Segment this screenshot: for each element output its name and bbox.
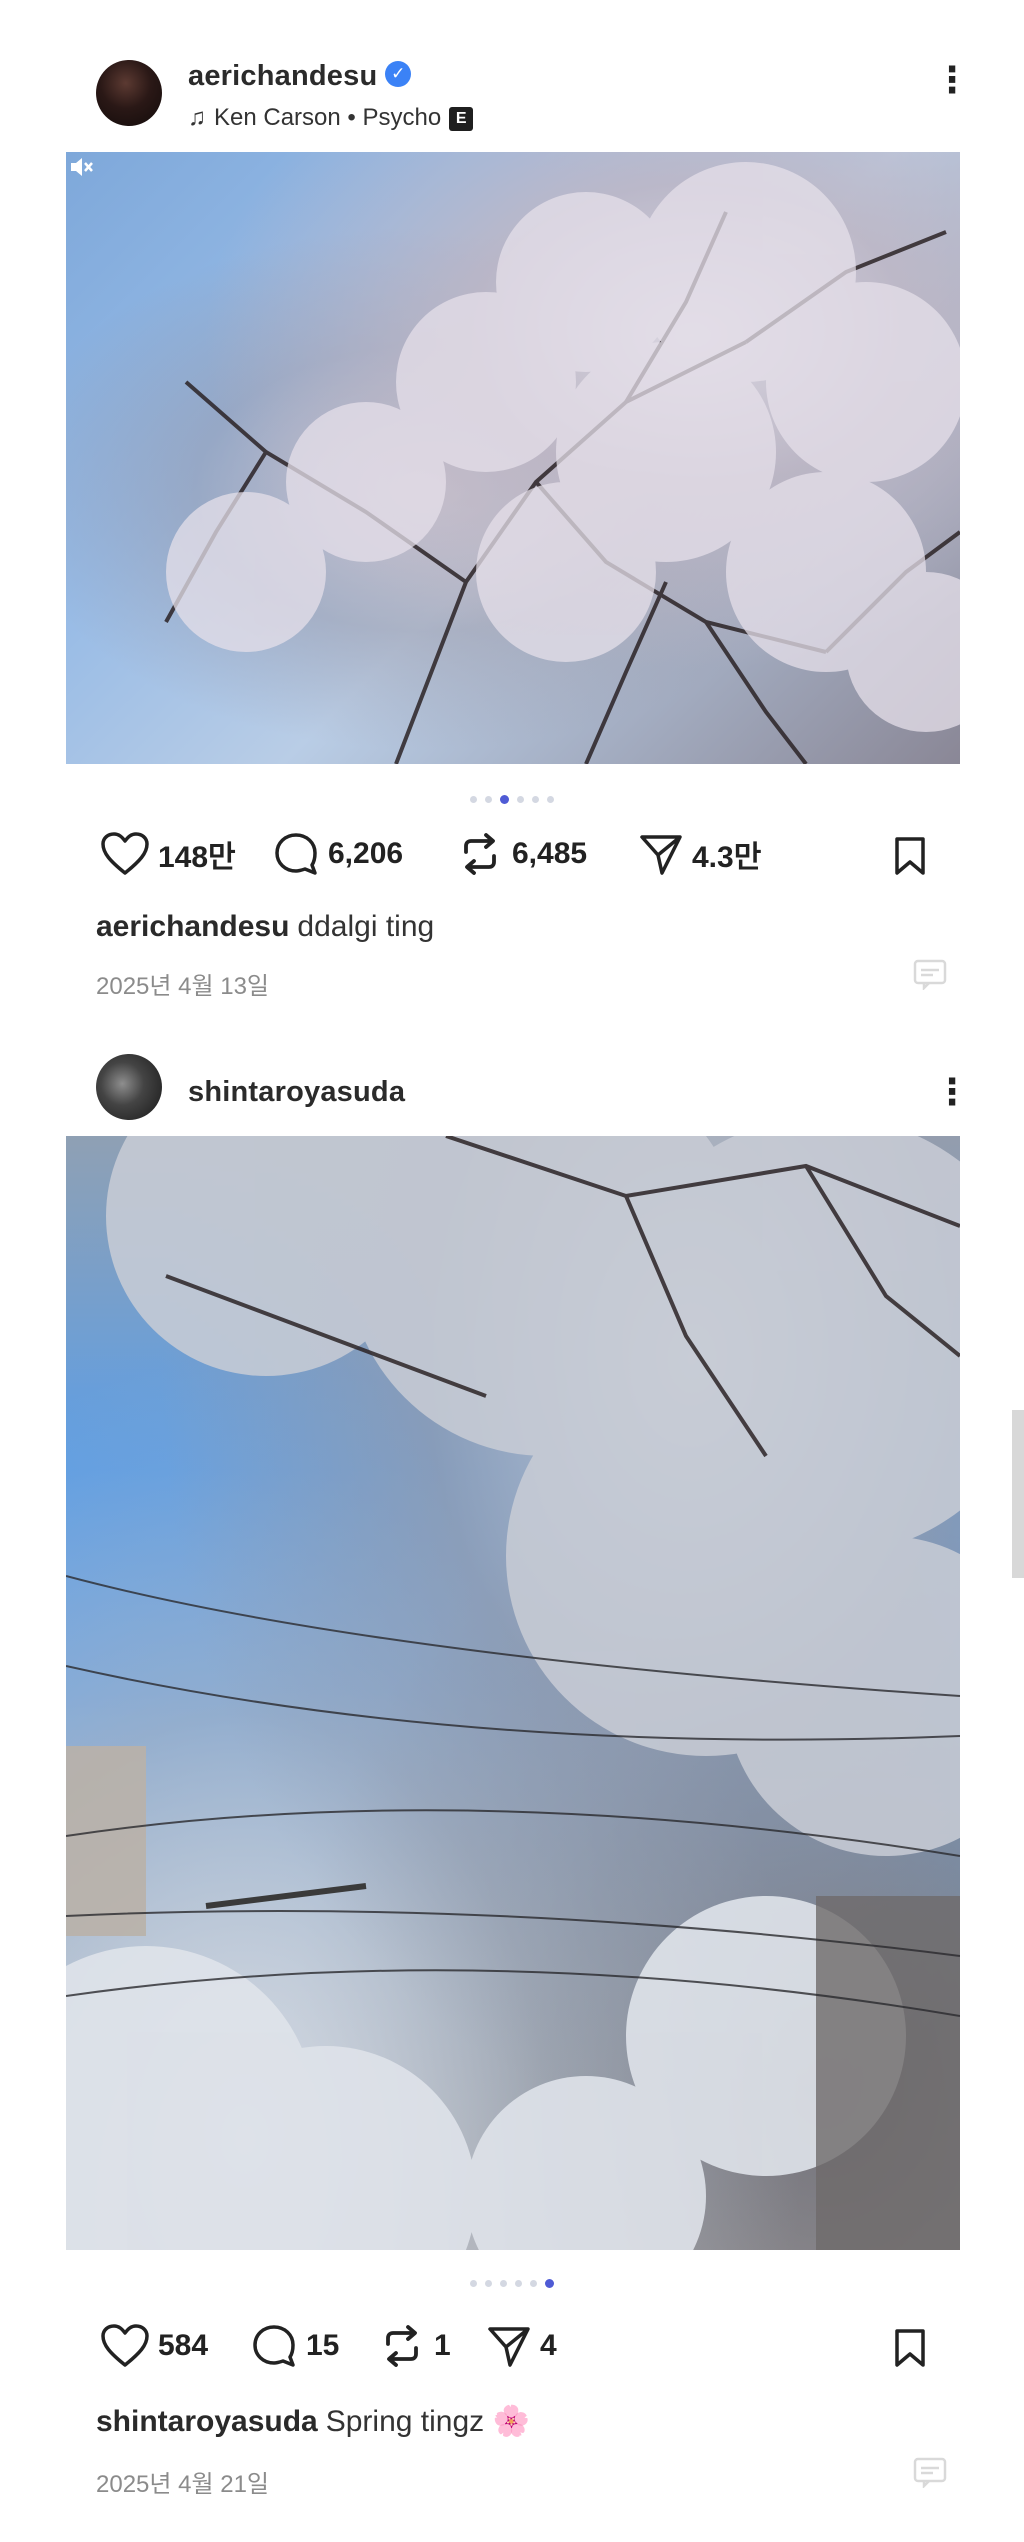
heart-icon [101,2324,149,2367]
share-count: 4.3만 [692,841,762,874]
comment-button[interactable]: 15 [250,2318,339,2374]
repost-icon [464,833,496,875]
repost-count: 6,485 [512,837,588,870]
username-row[interactable]: shintaroyasuda [188,1076,405,1109]
carousel-dot [517,796,524,803]
action-bar: 584 15 1 4 [100,2318,928,2374]
carousel-dot [530,2280,537,2287]
caption-text: ddalgi ting [297,910,435,943]
like-count: 584 [158,2329,209,2362]
share-button[interactable]: 4 [486,2318,557,2374]
comment-count: 15 [306,2329,340,2362]
like-button[interactable]: 584 [100,2318,208,2374]
avatar[interactable] [96,1054,162,1120]
translate-caption-icon[interactable] [912,958,948,990]
comment-icon [275,833,317,875]
carousel-dot-active [545,2279,554,2288]
verified-badge-icon: ✓ [385,61,412,88]
send-icon [640,835,682,875]
post-date: 2025년 4월 21일 [96,2471,270,2498]
post-caption[interactable]: shintaroyasuda Spring tingz 🌸 [96,2404,530,2439]
explicit-badge: E [449,107,474,131]
muted-speaker-icon[interactable] [66,152,96,182]
post-header: shintaroyasuda ⋮ [96,1050,970,1130]
username[interactable]: aerichandesu [188,60,377,92]
comment-count: 6,206 [328,837,404,870]
carousel-dot [500,2280,507,2287]
post-date: 2025년 4월 13일 [96,973,270,1000]
music-track[interactable]: Ken Carson • Psycho [214,104,441,131]
bookmark-icon[interactable] [892,2328,928,2368]
carousel-dot [515,2280,522,2287]
post-aerichandesu: aerichandesu ✓ ♫ Ken Carson • Psycho E ⋮ [0,0,1024,1030]
post-media[interactable] [66,1136,960,2250]
cherry-blossom-photo [164,162,960,764]
translate-caption-icon[interactable] [912,2456,948,2488]
music-attribution[interactable]: ♫ Ken Carson • Psycho E [188,104,474,132]
send-icon [488,2327,530,2367]
repost-icon [386,2325,418,2367]
bookmark-icon[interactable] [892,836,928,876]
more-options-icon[interactable]: ⋮ [934,62,970,114]
like-count: 148만 [158,841,236,874]
carousel-dot [470,796,477,803]
action-bar: 148만 6,206 6,485 4.3만 [100,826,928,882]
share-button[interactable]: 4.3만 [638,826,761,882]
avatar[interactable] [96,60,162,126]
music-note-icon: ♫ [188,104,206,131]
carousel-dot-active [500,795,509,804]
carousel-dot [485,2280,492,2287]
post-caption[interactable]: aerichandesu ddalgi ting [96,910,434,944]
username[interactable]: shintaroyasuda [188,1076,405,1108]
comment-icon [253,2325,295,2367]
carousel-dot [470,2280,477,2287]
carousel-indicator [0,790,1024,804]
post-header: aerichandesu ✓ ♫ Ken Carson • Psycho E ⋮ [96,56,970,136]
heart-icon [101,832,149,875]
post-media[interactable] [66,152,960,764]
carousel-indicator [0,2274,1024,2288]
comment-button[interactable]: 6,206 [272,826,403,882]
like-button[interactable]: 148만 [100,826,236,882]
more-options-icon[interactable]: ⋮ [934,1074,970,1126]
share-count: 4 [540,2329,557,2362]
username-row[interactable]: aerichandesu ✓ [188,60,412,93]
cherry-blossom-street-photo [66,1136,960,2250]
carousel-dot [547,796,554,803]
repost-button[interactable]: 6,485 [456,826,587,882]
carousel-dot [532,796,539,803]
caption-text: Spring tingz 🌸 [325,2405,530,2438]
carousel-dot [485,796,492,803]
repost-button[interactable]: 1 [378,2318,451,2374]
post-shintaroyasuda: shintaroyasuda ⋮ 584 15 1 4 shintaroyasu… [0,1030,1024,2542]
scrollbar-handle[interactable] [1012,1410,1024,1578]
repost-count: 1 [434,2329,451,2362]
caption-username[interactable]: aerichandesu [96,910,289,943]
caption-username[interactable]: shintaroyasuda [96,2405,318,2438]
